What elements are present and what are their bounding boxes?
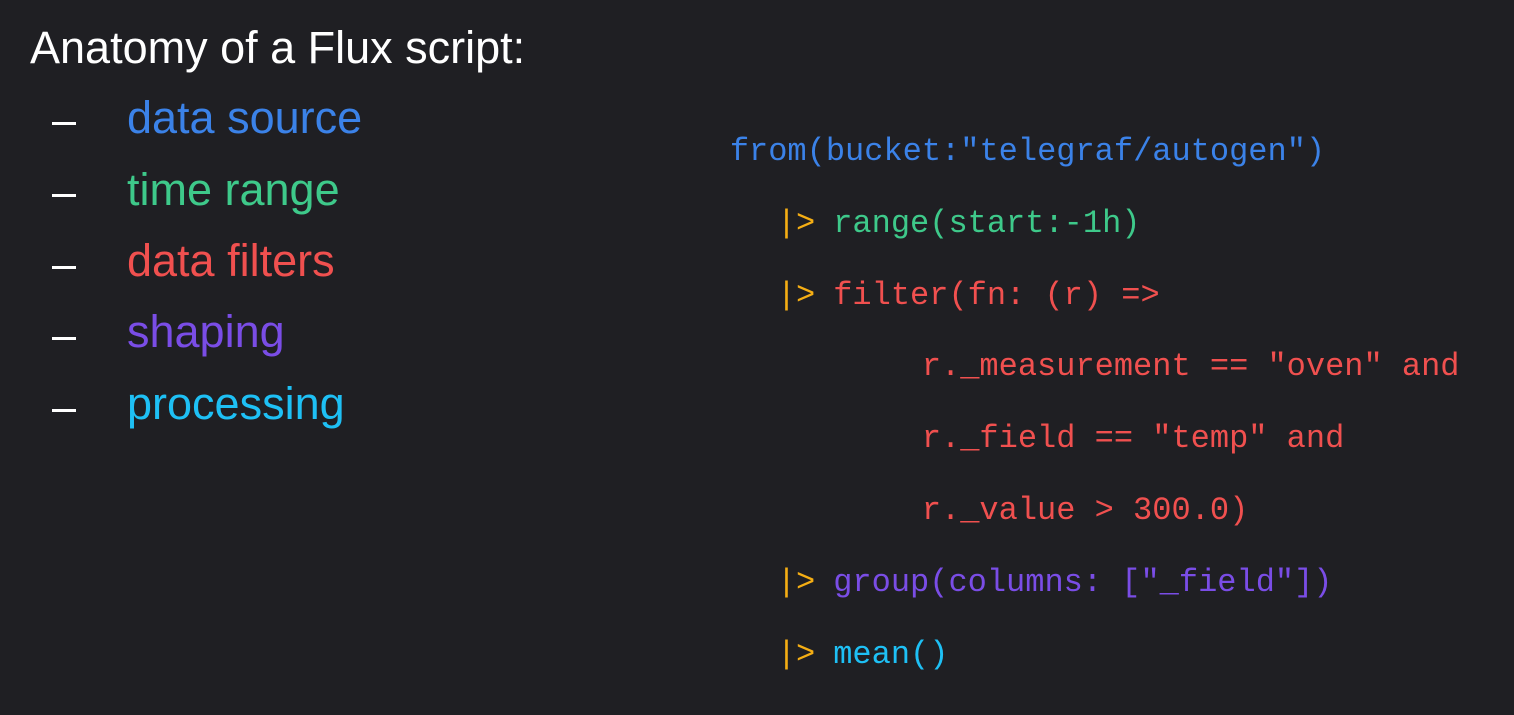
bullet-dash (52, 122, 76, 125)
bullet-shaping: shaping (127, 306, 285, 357)
bullet-processing: processing (127, 378, 345, 429)
slide-title: Anatomy of a Flux script: (30, 22, 526, 73)
bullet-dash (52, 194, 76, 197)
bullet-dash (52, 266, 76, 269)
flux-code-block: from(bucket:"telegraf/autogen") |> range(… (0, 0, 1460, 673)
bullet-time-range: time range (127, 164, 340, 215)
bullet-dash (52, 409, 76, 412)
bullet-data-source: data source (127, 92, 363, 143)
code-text: mean() (833, 636, 949, 673)
bullet-data-filters: data filters (127, 235, 335, 286)
pipe-forward-operator: |> (776, 636, 816, 673)
bullet-dash (52, 337, 76, 340)
pipe-forward-operator: |> (776, 277, 816, 314)
code-line-mean: |> mean() (700, 595, 949, 715)
